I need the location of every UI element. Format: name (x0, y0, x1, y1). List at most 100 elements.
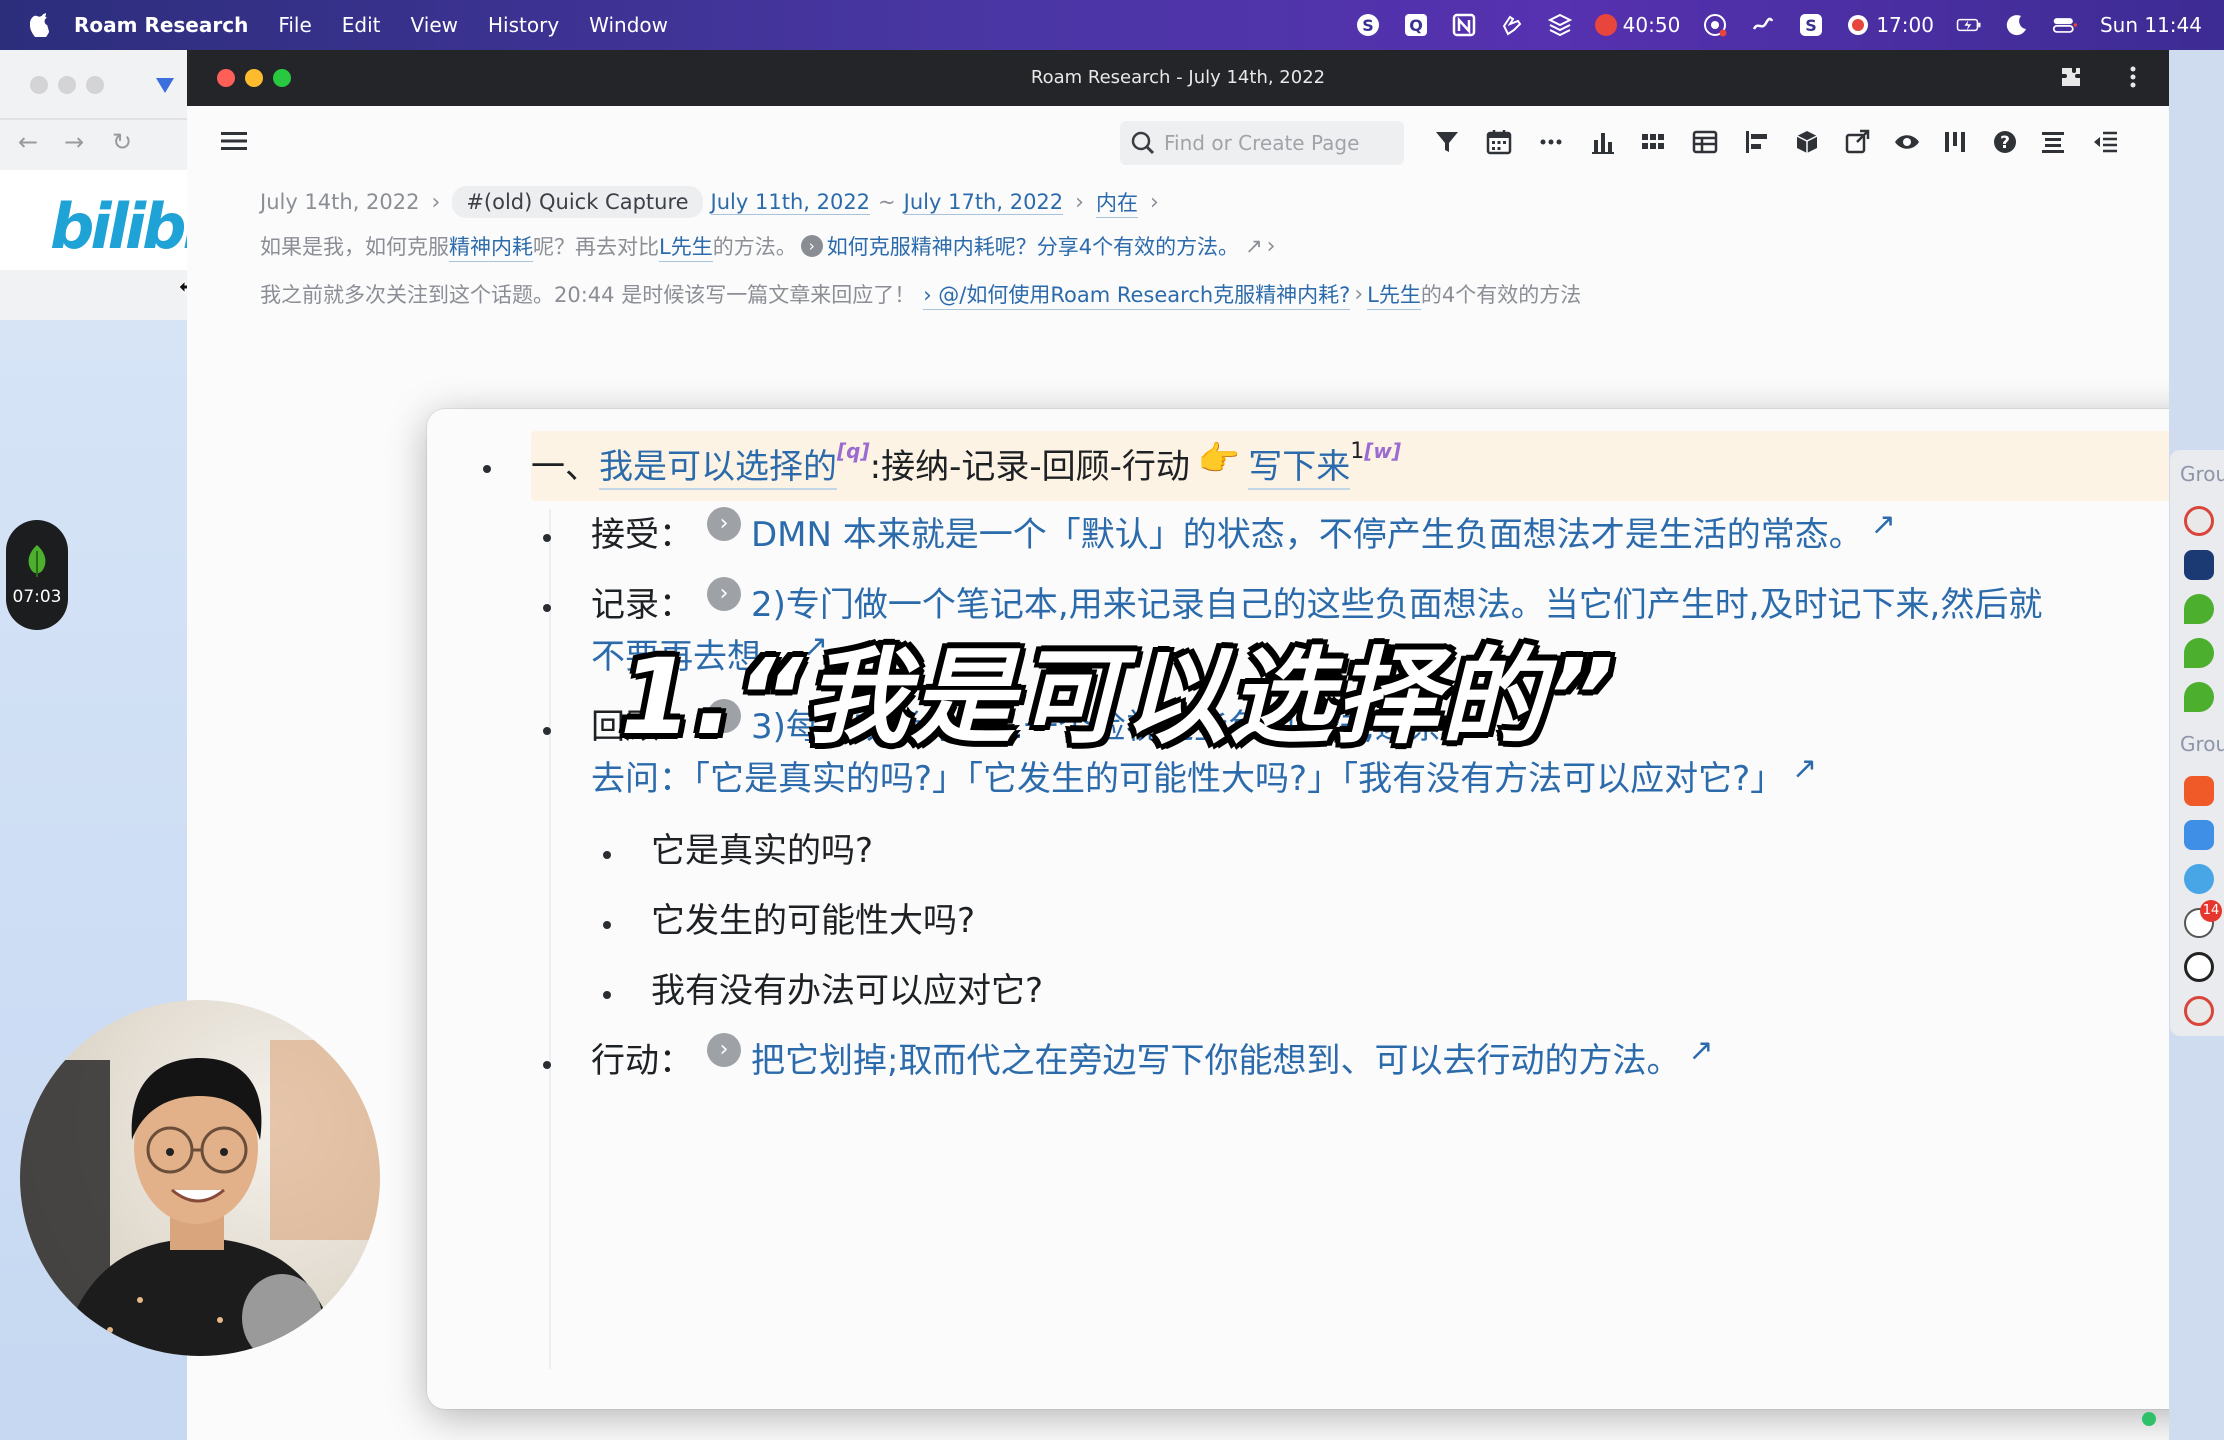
indent-guide (549, 509, 551, 1369)
align-left-icon[interactable] (1743, 128, 1771, 156)
block-action[interactable]: 行动： › 把它划掉;取而代之在旁边写下你能想到、可以去行动的方法。 ↗ (591, 1033, 1714, 1082)
svg-text:S: S (1806, 16, 1818, 35)
quick-note-icon[interactable]: Q (1403, 12, 1429, 38)
do-not-disturb-icon[interactable] (2004, 12, 2030, 38)
page-link-choice[interactable]: 我是可以选择的 (599, 439, 837, 490)
leaf-app-icon[interactable] (2184, 594, 2214, 624)
block-ref-bullet-icon[interactable]: › (707, 1033, 741, 1067)
block-bullet[interactable] (543, 727, 551, 735)
breadcrumb-week-start[interactable]: July 11th, 2022 (710, 190, 871, 215)
breadcrumb-page[interactable]: 内在 (1095, 187, 1138, 218)
layers-icon[interactable] (1547, 12, 1573, 38)
ref-link-jingshenneihao[interactable]: 精神内耗 (449, 231, 533, 262)
vpn-icon[interactable] (154, 74, 176, 96)
leaf-app-icon[interactable] (2184, 638, 2214, 668)
breadcrumb-tag[interactable]: #(old) Quick Capture (452, 186, 703, 218)
eye-icon[interactable] (1893, 128, 1921, 156)
block-ref-bullet-icon[interactable]: › (707, 507, 741, 541)
menu-view[interactable]: View (411, 13, 458, 37)
leaf-app-icon[interactable] (2184, 682, 2214, 712)
ref-link-lxiansheng-2[interactable]: L先生 (1367, 279, 1421, 310)
open-external-icon[interactable] (1843, 128, 1871, 156)
forward-arrow-icon[interactable]: → (64, 128, 92, 156)
notion-icon[interactable] (1451, 12, 1477, 38)
block-bullet[interactable] (543, 1061, 551, 1069)
block-bullet[interactable] (543, 534, 551, 542)
apple-icon[interactable] (30, 13, 52, 37)
open-arrow-icon[interactable]: ↗ (1792, 751, 1817, 786)
more-vertical-icon[interactable] (2121, 64, 2145, 90)
right-sidebar-icon[interactable] (2091, 128, 2119, 156)
block-ref-bullet-icon[interactable]: › (707, 577, 741, 611)
chrome-icon[interactable] (2184, 996, 2214, 1026)
sidebar-menu-icon[interactable] (221, 130, 247, 152)
filter-icon[interactable] (1433, 128, 1461, 156)
back-arrow-icon[interactable]: ← (18, 128, 46, 156)
scrivener-icon[interactable]: S (1798, 12, 1824, 38)
sub-block-3[interactable]: 我有没有办法可以应对它? (651, 963, 1043, 1012)
menu-bar: Roam Research File Edit View History Win… (0, 0, 2224, 50)
app-name[interactable]: Roam Research (74, 13, 248, 37)
clock[interactable]: Sun 11:44 (2100, 13, 2202, 37)
battery-icon[interactable] (1956, 12, 1982, 38)
breadcrumb-week-end[interactable]: July 17th, 2022 (903, 190, 1064, 215)
open-arrow-icon[interactable]: ↗ (1871, 507, 1896, 542)
close-button[interactable] (30, 76, 48, 94)
block-ref[interactable]: 把它划掉;取而代之在旁边写下你能想到、可以去行动的方法。 (751, 1033, 1680, 1082)
chrome-icon[interactable] (2184, 506, 2214, 536)
app-icon[interactable] (2184, 776, 2214, 806)
recording-icon[interactable] (1702, 12, 1728, 38)
minimize-button[interactable] (58, 76, 76, 94)
control-center-icon[interactable] (2052, 12, 2078, 38)
hand-icon[interactable] (1499, 12, 1525, 38)
grid-icon[interactable] (1639, 128, 1667, 156)
finder-icon[interactable] (2184, 820, 2214, 850)
table-icon[interactable] (1691, 128, 1719, 156)
safari-icon[interactable] (2184, 952, 2214, 982)
block-heading[interactable]: 一、 我是可以选择的 [q] :接纳-记录-回顾-行动 👉 写下来 1 [w] (531, 439, 1401, 490)
block-accept[interactable]: 接受： › DMN 本来就是一个「默认」的状态，不停产生负面想法才是生活的常态。… (591, 507, 1896, 556)
video-app-icon[interactable] (2184, 550, 2214, 580)
open-arrow-icon[interactable]: ↗ (1688, 1033, 1713, 1068)
menu-window[interactable]: Window (589, 13, 668, 37)
help-icon[interactable]: ? (1991, 128, 2019, 156)
open-arrow-icon[interactable]: ↗ (1245, 234, 1263, 258)
search-input[interactable] (1164, 131, 1394, 155)
app-icon[interactable] (2184, 864, 2214, 894)
block-ref[interactable]: 如何克服精神内耗呢？分享4个有效的方法。 (827, 231, 1239, 261)
sub-block-1[interactable]: 它是真实的吗? (651, 823, 873, 872)
sub-block-2[interactable]: 它发生的可能性大吗? (651, 893, 975, 942)
menu-file[interactable]: File (278, 13, 311, 37)
menu-history[interactable]: History (488, 13, 559, 37)
skype-icon[interactable]: S (1355, 12, 1381, 38)
side-dock: Grou Grou 14 (2170, 450, 2224, 1036)
calendar-icon[interactable] (1485, 128, 1513, 156)
columns-icon[interactable] (1941, 128, 1969, 156)
floating-timer[interactable]: 07:03 (6, 520, 68, 630)
block-ref-bullet-icon[interactable]: › (800, 235, 823, 257)
reload-icon[interactable]: ↻ (112, 128, 140, 156)
extension-puzzle-icon[interactable] (2059, 65, 2083, 89)
graph-bar-icon[interactable] (1589, 128, 1617, 156)
maximize-button[interactable] (86, 76, 104, 94)
block-bullet[interactable] (543, 604, 551, 612)
block-bullet[interactable] (603, 991, 611, 999)
link-icon[interactable] (1750, 12, 1776, 38)
ref-link-article[interactable]: › @/如何使用Roam Research克服精神内耗? (923, 279, 1351, 310)
block-label: 行动： (591, 1041, 693, 1081)
align-center-icon[interactable] (2039, 128, 2067, 156)
menu-edit[interactable]: Edit (342, 13, 381, 37)
page-link-write-down[interactable]: 写下来 (1248, 439, 1351, 490)
pomodoro-timer[interactable]: 40:50 (1594, 13, 1680, 37)
block-bullet[interactable] (483, 465, 491, 473)
more-horizontal-icon[interactable] (1537, 128, 1565, 156)
leaf-icon (28, 545, 46, 577)
breadcrumb-date[interactable]: July 14th, 2022 (260, 190, 420, 214)
ref-link-lxiansheng[interactable]: L先生 (659, 231, 713, 262)
session-timer[interactable]: 17:00 (1846, 13, 1934, 37)
block-ref[interactable]: DMN 本来就是一个「默认」的状态，不停产生负面想法才是生活的常态。 (751, 507, 1863, 556)
block-bullet[interactable] (603, 921, 611, 929)
block-bullet[interactable] (603, 851, 611, 859)
cube-icon[interactable] (1793, 128, 1821, 156)
search-box[interactable] (1120, 121, 1404, 165)
